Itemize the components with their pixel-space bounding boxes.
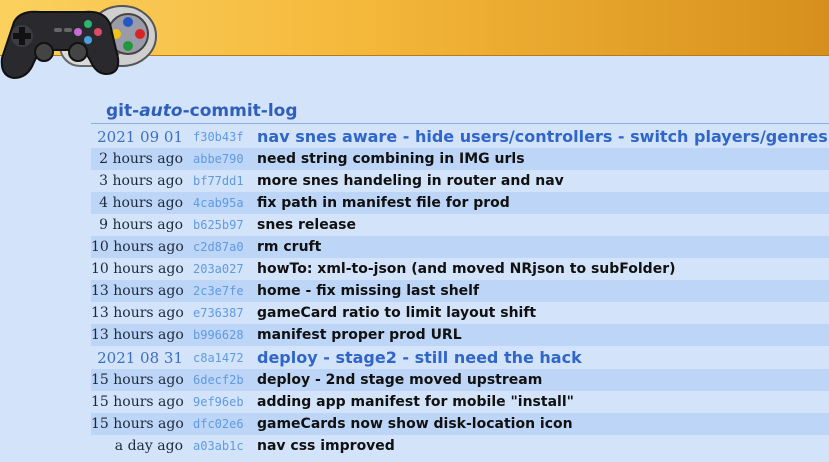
- commit-row[interactable]: 15 hours ago dfc02e6 gameCards now show di…: [91, 413, 829, 435]
- commit-age: 9 hours ago: [99, 217, 183, 233]
- commit-log: 2021 09 01 f30b43f nav snes aware - hide u…: [91, 125, 829, 457]
- commit-hash-link[interactable]: dfc02e6: [183, 417, 257, 431]
- title-prefix: git-: [106, 101, 140, 121]
- commit-hash-link[interactable]: f30b43f: [183, 130, 257, 144]
- commit-hash-link[interactable]: b625b97: [183, 218, 257, 232]
- commit-row[interactable]: 3 hours ago bf77dd1 more snes handeling in…: [91, 170, 829, 192]
- commit-row[interactable]: 10 hours ago c2d87a0 rm cruft: [91, 236, 829, 258]
- commit-age: 15 hours ago: [91, 394, 184, 410]
- commit-row[interactable]: a day ago a03ab1c nav css improved: [91, 435, 829, 457]
- commit-hash-link[interactable]: 6decf2b: [183, 373, 257, 387]
- commit-message: adding app manifest for mobile "install": [257, 394, 574, 410]
- commit-message: nav css improved: [257, 438, 395, 454]
- commit-row[interactable]: 2 hours ago abbe790 need string combining …: [91, 148, 829, 170]
- commit-message: need string combining in IMG urls: [257, 151, 525, 167]
- commit-age: 3 hours ago: [99, 173, 183, 189]
- commit-message: rm cruft: [257, 239, 322, 255]
- commit-hash-link[interactable]: c8a1472: [183, 351, 257, 365]
- commit-message: fix path in manifest file for prod: [257, 195, 510, 211]
- commit-hash-link[interactable]: c2d87a0: [183, 240, 257, 254]
- commit-age: 13 hours ago: [91, 283, 184, 299]
- commit-age: 4 hours ago: [99, 195, 183, 211]
- commit-date: 2021 08 31: [97, 348, 183, 367]
- commit-age: 15 hours ago: [91, 416, 184, 432]
- commit-message: manifest proper prod URL: [257, 327, 462, 343]
- commit-row[interactable]: 10 hours ago 203a027 howTo: xml-to-json (a…: [91, 258, 829, 280]
- commit-message: home - fix missing last shelf: [257, 283, 480, 299]
- commit-hash-link[interactable]: 203a027: [183, 262, 257, 276]
- commit-date-row[interactable]: 2021 08 31 c8a1472 deploy - stage2 - still…: [91, 346, 829, 369]
- commit-age: a day ago: [114, 438, 183, 454]
- commit-row[interactable]: 15 hours ago 9ef96eb adding app manifest f…: [91, 391, 829, 413]
- commit-hash-link[interactable]: 4cab95a: [183, 196, 257, 210]
- commit-age: 15 hours ago: [91, 372, 184, 388]
- commit-age: 10 hours ago: [91, 261, 184, 277]
- commit-message: more snes handeling in router and nav: [257, 173, 564, 189]
- commit-hash-link[interactable]: b996628: [183, 328, 257, 342]
- commit-age: 10 hours ago: [91, 239, 184, 255]
- commit-row[interactable]: 4 hours ago 4cab95a fix path in manifest f…: [91, 192, 829, 214]
- title-emphasis: auto: [139, 101, 183, 121]
- commit-date-row[interactable]: 2021 09 01 f30b43f nav snes aware - hide u…: [91, 125, 829, 148]
- commit-message: nav snes aware - hide users/controllers …: [257, 127, 828, 146]
- commit-age: 13 hours ago: [91, 327, 184, 343]
- commit-row[interactable]: 13 hours ago b996628 manifest proper prod …: [91, 324, 829, 346]
- title-suffix: -commit-log: [182, 101, 298, 121]
- commit-message: deploy - 2nd stage moved upstream: [257, 372, 543, 388]
- commit-message: snes release: [257, 217, 356, 233]
- commit-message: deploy - stage2 - still need the hack: [257, 348, 582, 367]
- gamepad-and-snes-controller-icon[interactable]: [0, 0, 160, 84]
- commit-hash-link[interactable]: a03ab1c: [183, 439, 257, 453]
- commit-hash-link[interactable]: abbe790: [183, 152, 257, 166]
- commit-hash-link[interactable]: e736387: [183, 306, 257, 320]
- commit-row[interactable]: 15 hours ago 6decf2b deploy - 2nd stage mo…: [91, 369, 829, 391]
- commit-age: 13 hours ago: [91, 305, 184, 321]
- commit-hash-link[interactable]: bf77dd1: [183, 174, 257, 188]
- commit-hash-link[interactable]: 9ef96eb: [183, 395, 257, 409]
- commit-date: 2021 09 01: [97, 127, 183, 146]
- commit-age: 2 hours ago: [99, 151, 183, 167]
- gamepad-icon: [0, 10, 120, 80]
- commit-message: gameCard ratio to limit layout shift: [257, 305, 537, 321]
- commit-row[interactable]: 9 hours ago b625b97 snes release: [91, 214, 829, 236]
- page-title: git-auto-commit-log: [106, 99, 298, 123]
- commit-message: gameCards now show disk-location icon: [257, 416, 573, 432]
- commit-message: howTo: xml-to-json (and moved NRjson to …: [257, 261, 676, 277]
- commit-row[interactable]: 13 hours ago 2c3e7fe home - fix missing la…: [91, 280, 829, 302]
- commit-row[interactable]: 13 hours ago e736387 gameCard ratio to lim…: [91, 302, 829, 324]
- commit-hash-link[interactable]: 2c3e7fe: [183, 284, 257, 298]
- title-divider: [91, 123, 829, 124]
